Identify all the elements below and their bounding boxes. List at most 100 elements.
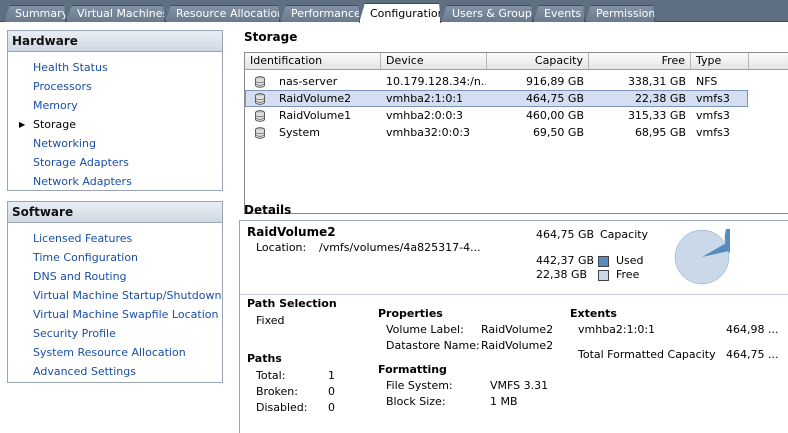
nav-memory[interactable]: Memory xyxy=(8,96,222,115)
storage-pane: Storage Identification Device Capacity F… xyxy=(239,22,788,433)
nav-vm-startup-shutdown[interactable]: Virtual Machine Startup/Shutdown xyxy=(8,286,222,305)
cell-type: vmfs3 xyxy=(696,109,730,122)
col-capacity[interactable]: Capacity xyxy=(487,53,589,69)
cell-type: vmfs3 xyxy=(696,126,730,139)
table-row[interactable]: System vmhba32:0:0:3 69,50 GB 68,95 GB v… xyxy=(245,124,748,141)
cell-device: vmhba2:0:0:3 xyxy=(386,109,464,122)
nav-storage[interactable]: ▶ Storage xyxy=(8,115,222,134)
hardware-section: Hardware Health Status Processors Memory… xyxy=(7,30,223,191)
details-volume-name: RaidVolume2 xyxy=(247,225,336,239)
nav-time-configuration[interactable]: Time Configuration xyxy=(8,248,222,267)
details-divider xyxy=(240,294,788,295)
datastore-table: Identification Device Capacity Free Type… xyxy=(244,52,788,214)
location-value: /vmfs/volumes/4a825317-4... xyxy=(319,241,481,254)
block-size-value: 1 MB xyxy=(490,395,518,408)
tab-users-groups[interactable]: Users & Groups xyxy=(441,5,533,22)
cell-type: vmfs3 xyxy=(696,92,730,105)
datastore-icon xyxy=(255,110,265,122)
paths-disabled-label: Disabled: xyxy=(256,401,308,414)
nav-storage-label: Storage xyxy=(33,118,77,131)
capacity-pie-chart xyxy=(674,229,730,285)
cell-identification: RaidVolume1 xyxy=(279,109,352,122)
nav-security-profile[interactable]: Security Profile xyxy=(8,324,222,343)
paths-total-label: Total: xyxy=(256,369,286,382)
cell-capacity: 916,89 GB xyxy=(525,75,584,88)
paths-disabled-value: 0 xyxy=(328,401,335,414)
nav-processors[interactable]: Processors xyxy=(8,77,222,96)
file-system-value: VMFS 3.31 xyxy=(490,379,549,392)
properties-title: Properties xyxy=(378,307,443,320)
total-formatted-label: Total Formatted Capacity xyxy=(578,348,716,361)
extent-size: 464,98 ... xyxy=(726,323,779,336)
cell-capacity: 69,50 GB xyxy=(532,126,584,139)
cell-device: vmhba2:1:0:1 xyxy=(386,92,464,105)
config-nav-pane: Hardware Health Status Processors Memory… xyxy=(0,22,232,433)
capacity-value: 464,75 GB xyxy=(536,228,595,241)
cell-free: 338,31 GB xyxy=(627,75,686,88)
paths-total-value: 1 xyxy=(328,369,335,382)
datastore-icon xyxy=(255,127,265,139)
selected-arrow-icon: ▶ xyxy=(19,120,26,129)
tab-resource-allocation[interactable]: Resource Allocation xyxy=(165,5,280,22)
tab-events[interactable]: Events xyxy=(533,5,585,22)
cell-device: vmhba32:0:0:3 xyxy=(386,126,471,139)
tab-bar: Summary Virtual Machines Resource Alloca… xyxy=(0,0,788,22)
path-selection-value: Fixed xyxy=(256,314,285,327)
nav-system-resource-allocation[interactable]: System Resource Allocation xyxy=(8,343,222,362)
free-value: 22,38 GB xyxy=(536,268,588,281)
tab-permissions[interactable]: Permissions xyxy=(585,5,655,22)
used-legend-swatch xyxy=(598,256,609,267)
cell-free: 315,33 GB xyxy=(627,109,686,122)
cell-capacity: 464,75 GB xyxy=(525,92,584,105)
path-selection-title: Path Selection xyxy=(247,297,337,310)
cell-identification: System xyxy=(279,126,321,139)
nav-dns-routing[interactable]: DNS and Routing xyxy=(8,267,222,286)
extent-name: vmhba2:1:0:1 xyxy=(578,323,656,336)
tab-configuration[interactable]: Configuration xyxy=(359,3,441,23)
cell-capacity: 460,00 GB xyxy=(525,109,584,122)
nav-advanced-settings[interactable]: Advanced Settings xyxy=(8,362,222,381)
nav-vm-swapfile-location[interactable]: Virtual Machine Swapfile Location xyxy=(8,305,222,324)
software-section: Software Licensed Features Time Configur… xyxy=(7,201,223,383)
nav-licensed-features[interactable]: Licensed Features xyxy=(8,229,222,248)
datastore-name-label: Datastore Name: xyxy=(386,339,480,352)
cell-identification: RaidVolume2 xyxy=(279,92,352,105)
tab-virtual-machines[interactable]: Virtual Machines xyxy=(66,5,165,22)
nav-storage-adapters[interactable]: Storage Adapters xyxy=(8,153,222,172)
nav-health-status[interactable]: Health Status xyxy=(8,58,222,77)
volume-label-label: Volume Label: xyxy=(386,323,464,336)
tab-performance[interactable]: Performance xyxy=(280,5,360,22)
table-row[interactable]: nas-server 10.179.128.34:/n... 916,89 GB… xyxy=(245,73,748,90)
formatting-title: Formatting xyxy=(378,363,447,376)
nav-network-adapters[interactable]: Network Adapters xyxy=(8,172,222,191)
paths-broken-label: Broken: xyxy=(256,385,298,398)
paths-title: Paths xyxy=(247,352,282,365)
table-row-selected[interactable]: RaidVolume2 vmhba2:1:0:1 464,75 GB 22,38… xyxy=(245,90,748,107)
volume-label-value: RaidVolume2 xyxy=(481,323,554,336)
col-filler xyxy=(749,53,788,69)
col-device[interactable]: Device xyxy=(381,53,487,69)
col-free[interactable]: Free xyxy=(589,53,691,69)
free-legend-swatch xyxy=(598,270,609,281)
col-identification[interactable]: Identification xyxy=(245,53,381,69)
col-type[interactable]: Type xyxy=(691,53,749,69)
tab-summary[interactable]: Summary xyxy=(4,5,66,22)
block-size-label: Block Size: xyxy=(386,395,446,408)
hardware-heading: Hardware xyxy=(8,31,222,52)
file-system-label: File System: xyxy=(386,379,453,392)
total-formatted-value: 464,75 ... xyxy=(726,348,779,361)
paths-broken-value: 0 xyxy=(328,385,335,398)
table-row[interactable]: RaidVolume1 vmhba2:0:0:3 460,00 GB 315,3… xyxy=(245,107,748,124)
used-value: 442,37 GB xyxy=(536,254,595,267)
software-heading: Software xyxy=(8,202,222,223)
used-label: Used xyxy=(616,254,644,267)
cell-identification: nas-server xyxy=(279,75,338,88)
details-title: Details xyxy=(244,203,292,217)
nav-networking[interactable]: Networking xyxy=(8,134,222,153)
datastore-icon xyxy=(255,93,265,105)
datastore-name-value: RaidVolume2 xyxy=(481,339,554,352)
capacity-label: Capacity xyxy=(600,228,649,241)
datastore-icon xyxy=(255,76,265,88)
cell-free: 22,38 GB xyxy=(634,92,686,105)
cell-device: 10.179.128.34:/n... xyxy=(386,75,486,88)
